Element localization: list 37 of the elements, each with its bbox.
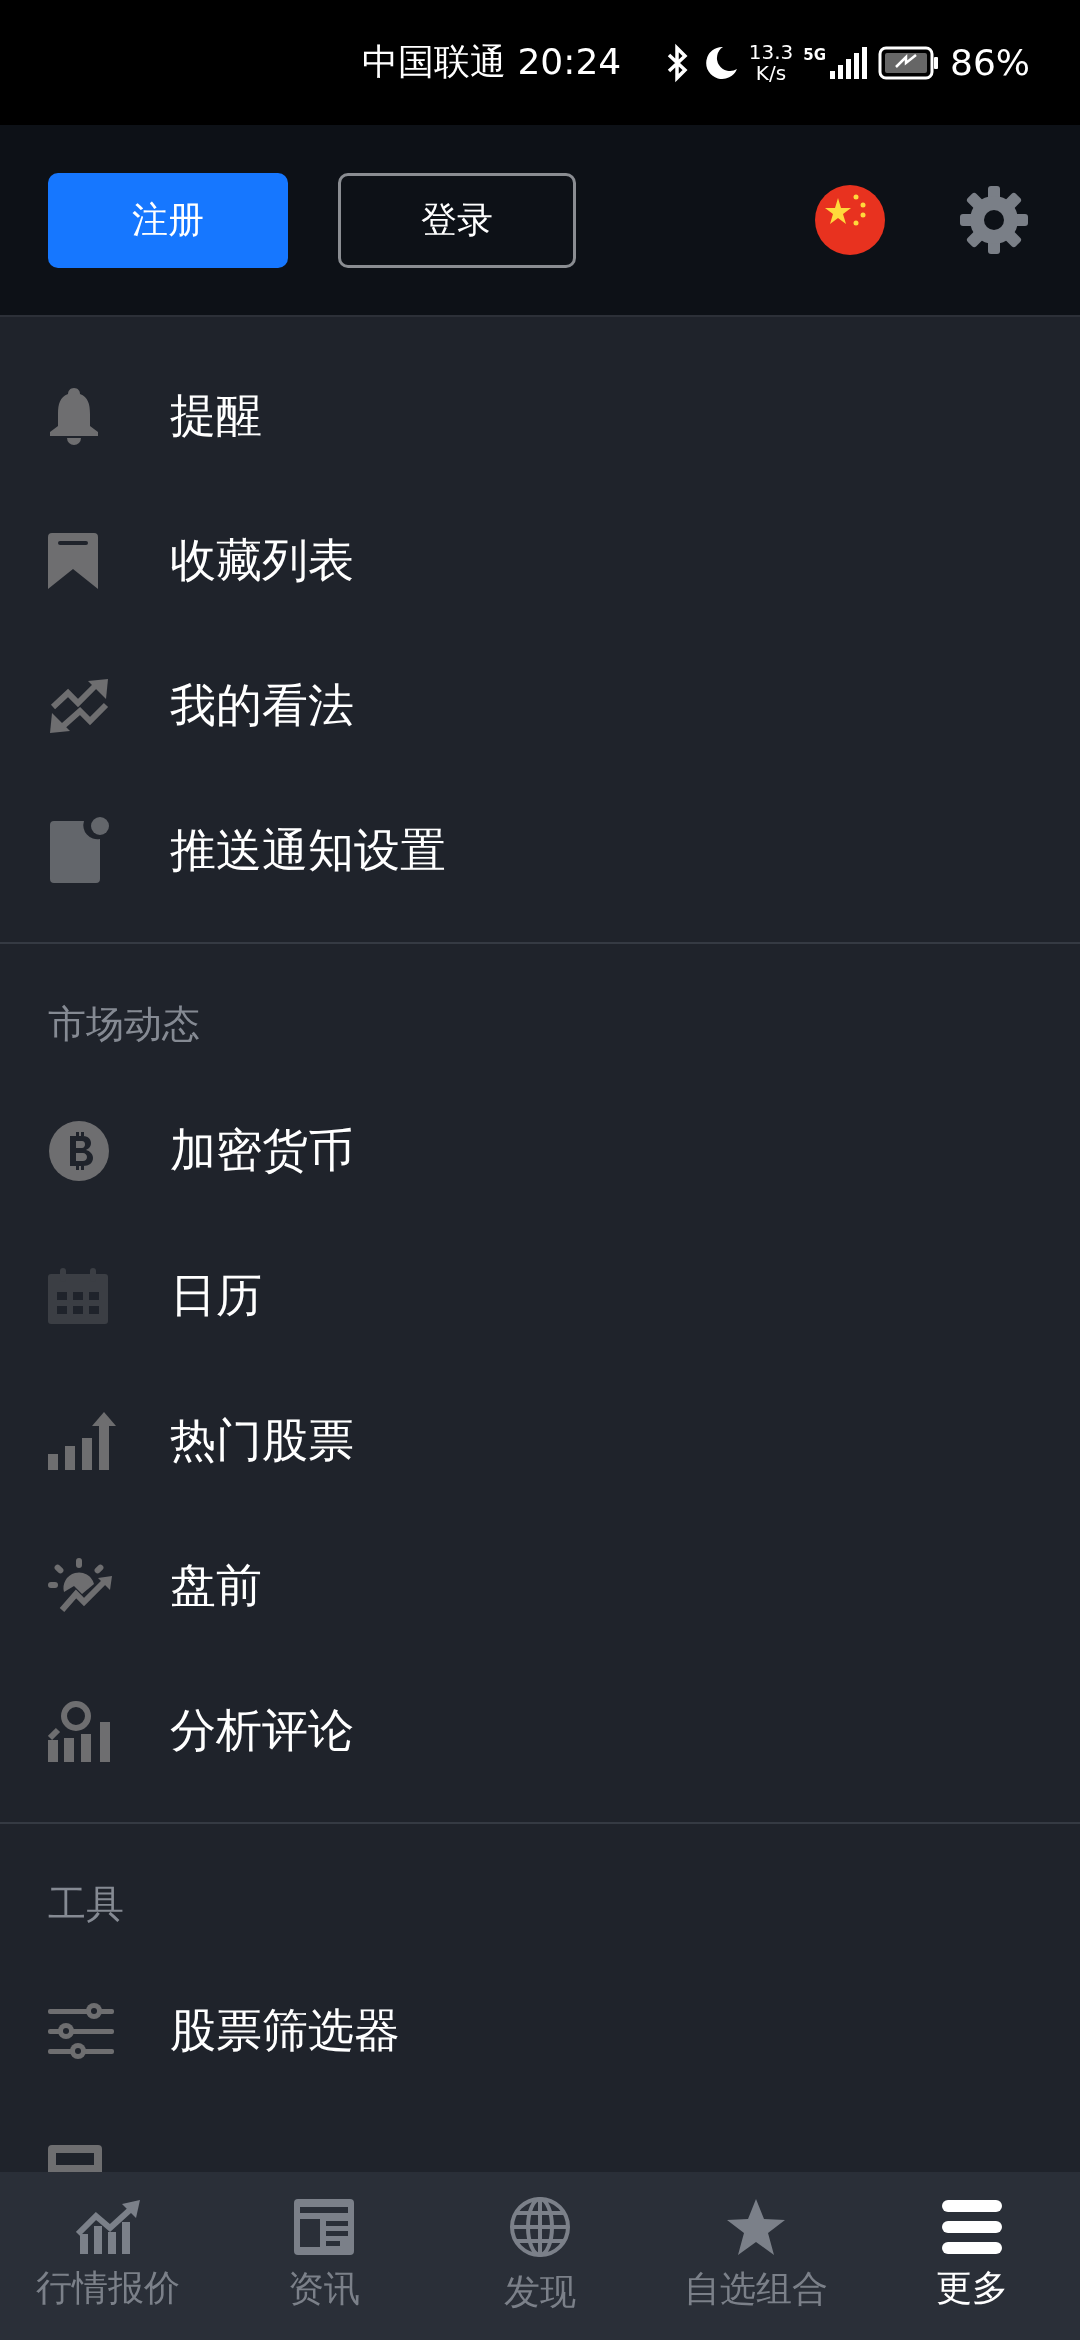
menu-item[interactable]: 加密货币 <box>170 1119 354 1182</box>
flag-icon[interactable] <box>814 184 886 256</box>
menu-item[interactable]: 日历 <box>170 1264 262 1327</box>
register-button[interactable]: 注册 <box>48 172 288 268</box>
calendar-icon <box>48 1267 108 1324</box>
newspaper-icon <box>294 2198 354 2255</box>
sun-trend-icon <box>48 1557 114 1614</box>
menu-item[interactable]: 分析评论 <box>170 1699 354 1762</box>
menu-item[interactable]: 提醒 <box>170 384 262 447</box>
trend-arrows-icon <box>48 678 110 733</box>
menu-item[interactable]: 收藏列表 <box>170 529 354 592</box>
network-speed: 13.3 <box>748 41 794 63</box>
nav-tab[interactable]: 更多 <box>864 2172 1080 2340</box>
globe-icon <box>509 2195 571 2258</box>
bar-chart-up-icon <box>48 1411 116 1470</box>
menu-item[interactable]: 盘前 <box>170 1554 262 1617</box>
battery-percent: 86% <box>950 42 1030 83</box>
speed-unit: K/s <box>755 62 787 84</box>
settings-icon[interactable] <box>958 184 1030 256</box>
battery-icon <box>878 44 940 81</box>
network-type: 5G <box>803 45 826 64</box>
star-icon <box>727 2198 785 2255</box>
bell-icon <box>48 385 100 446</box>
bitcoin-icon <box>48 1119 110 1182</box>
analysis-chart-icon <box>48 1699 110 1762</box>
menu-icon <box>942 2199 1002 2254</box>
login-button[interactable]: 登录 <box>338 172 576 268</box>
sliders-icon <box>48 2002 114 2059</box>
menu-item[interactable]: 我的看法 <box>170 674 354 737</box>
menu-item[interactable]: 热门股票 <box>170 1409 354 1472</box>
carrier-time: 中国联通 20:24 <box>362 40 622 84</box>
menu-item[interactable]: 推送通知设置 <box>170 819 446 882</box>
section-heading: 市场动态 <box>48 1000 200 1048</box>
bookmark-icon <box>48 532 98 589</box>
chart-up-icon <box>76 2199 140 2254</box>
menu-item[interactable]: 股票筛选器 <box>170 1999 400 2062</box>
section-heading: 工具 <box>48 1880 124 1928</box>
